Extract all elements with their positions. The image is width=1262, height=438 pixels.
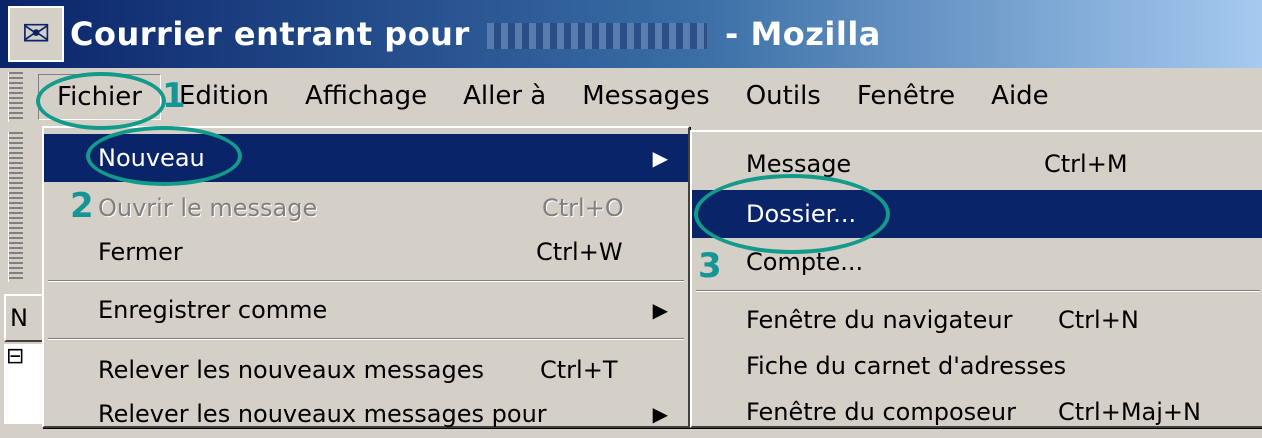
menu-fenetre[interactable]: Fenêtre [839,74,973,118]
menu-item-enregistrer-comme[interactable]: Enregistrer comme ▶ [44,286,688,334]
menu-item-label: Fiche du carnet d'adresses [746,352,1067,380]
shortcut-label: Ctrl+O [542,194,624,222]
menu-item-relever-messages[interactable]: Relever les nouveaux messages Ctrl+T [44,346,688,394]
menu-item-label: Fenêtre du composeur [746,398,1016,426]
menu-item-label: Enregistrer comme [98,296,328,324]
shortcut-label: Ctrl+T [540,356,618,384]
mozilla-mail-icon: ✉ [8,6,64,62]
menu-bar: Fichier Edition Affichage Aller à Messag… [0,68,1262,126]
submenu-arrow-icon: ▶ [652,146,668,170]
submenu-arrow-icon: ▶ [652,298,668,322]
menu-outils[interactable]: Outils [728,74,839,118]
redacted-email [487,23,708,49]
menu-aide[interactable]: Aide [973,74,1067,118]
shortcut-label: Ctrl+N [1058,306,1139,334]
annotation-step-2: 2 [70,186,94,226]
menu-aller-a[interactable]: Aller à [445,74,564,118]
menu-item-ouvrir-message[interactable]: Ouvrir le message Ctrl+O [44,184,688,232]
window-title-suffix: - Mozilla [725,15,881,53]
menu-item-label: Ouvrir le message [98,194,318,222]
menu-item-relever-messages-pour[interactable]: Relever les nouveaux messages pour ▶ [44,390,688,438]
submenu-arrow-icon: ▶ [652,402,668,426]
annotation-circle-fichier [36,72,166,130]
annotation-step-1: 1 [162,76,186,116]
menu-item-fiche-carnet[interactable]: Fiche du carnet d'adresses [692,342,1262,390]
toolbar-grip-handle[interactable] [8,132,23,282]
tree-collapse-icon[interactable]: ⊟ [6,344,24,369]
menubar-grip-handle[interactable] [8,72,23,122]
annotation-circle-nouveau [86,126,242,186]
menu-item-label: Relever les nouveaux messages [98,356,485,384]
annotation-circle-dossier [694,174,890,254]
window-title-prefix: Courrier entrant pour [70,15,470,53]
menu-item-fenetre-composeur[interactable]: Fenêtre du composeur Ctrl+Maj+N [692,388,1262,436]
menu-separator [48,338,684,340]
menu-item-fermer[interactable]: Fermer Ctrl+W [44,228,688,276]
shortcut-label: Ctrl+M [1044,150,1128,178]
window-title: Courrier entrant pour - Mozilla [70,15,881,53]
menu-affichage[interactable]: Affichage [287,74,445,118]
menu-item-label: Fermer [98,238,183,266]
menu-separator [48,280,684,282]
shortcut-label: Ctrl+Maj+N [1058,398,1201,426]
title-bar: ✉ Courrier entrant pour - Mozilla [0,0,1262,68]
menu-separator [696,290,1260,292]
menu-item-label: Fenêtre du navigateur [746,306,1013,334]
menu-item-fenetre-navigateur[interactable]: Fenêtre du navigateur Ctrl+N [692,296,1262,344]
annotation-step-3: 3 [698,246,722,286]
menu-messages[interactable]: Messages [564,74,728,118]
shortcut-label: Ctrl+W [536,238,623,266]
